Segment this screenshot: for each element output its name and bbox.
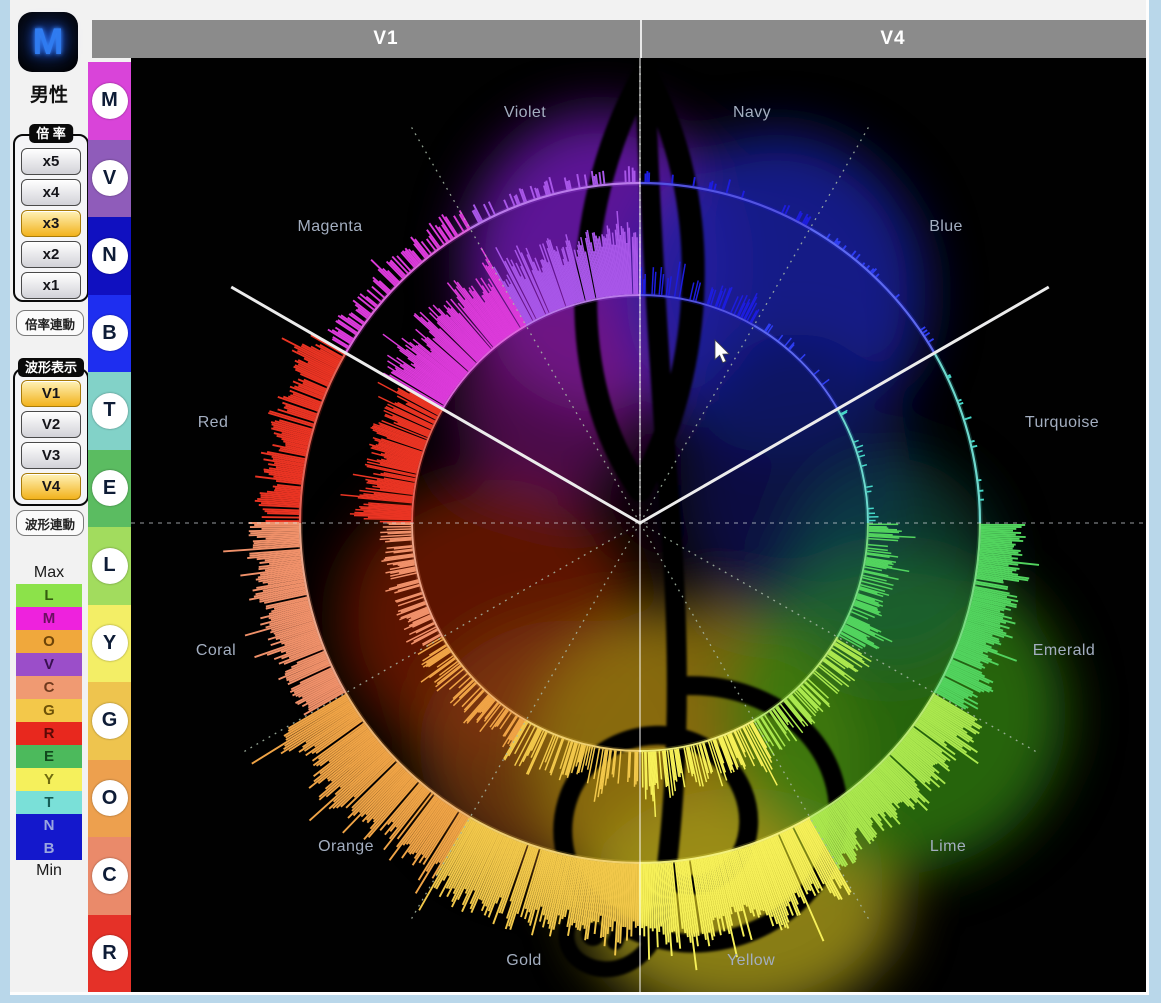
strip-item-g: G bbox=[88, 682, 131, 760]
color-legend: LMOVCGREYTNB bbox=[16, 584, 82, 860]
mag-button-x2[interactable]: x2 bbox=[21, 241, 81, 268]
strip-letter: N bbox=[92, 238, 128, 274]
legend-max-label: Max bbox=[10, 564, 88, 582]
strip-item-l: L bbox=[88, 527, 131, 605]
strip-item-b: B bbox=[88, 295, 131, 373]
sector-label-emerald: Emerald bbox=[1033, 642, 1095, 660]
spectrum-panel: Turquoise Blue Navy Violet Magenta Red Coral Or… bbox=[131, 58, 1146, 992]
gender-logo-letter: M bbox=[33, 21, 64, 63]
strip-letter: Y bbox=[92, 625, 128, 661]
sector-label-red: Red bbox=[198, 414, 229, 432]
strip-item-v: V bbox=[88, 140, 131, 218]
sector-label-violet: Violet bbox=[504, 104, 546, 122]
legend-row-b: B bbox=[16, 837, 82, 860]
app-window: { "header": { "left_label": "V1", "right… bbox=[0, 0, 1161, 1003]
strip-item-m: M bbox=[88, 62, 131, 140]
magnification-link-button[interactable]: 倍率連動 bbox=[16, 310, 84, 336]
waveform-buttons: V1 V2 V3 V4 bbox=[15, 380, 87, 500]
strip-item-o: O bbox=[88, 760, 131, 838]
legend-row-o: O bbox=[16, 630, 82, 653]
sector-label-blue: Blue bbox=[929, 218, 963, 236]
sector-label-coral: Coral bbox=[196, 642, 236, 660]
waveform-group-title: 波形表示 bbox=[18, 358, 84, 377]
wave-button-v1[interactable]: V1 bbox=[21, 380, 81, 407]
legend-row-v: V bbox=[16, 653, 82, 676]
sector-label-navy: Navy bbox=[733, 104, 771, 122]
strip-letter: G bbox=[92, 703, 128, 739]
mouse-cursor-icon bbox=[714, 339, 732, 365]
wave-button-v3[interactable]: V3 bbox=[21, 442, 81, 469]
window-edge-right bbox=[1146, 0, 1149, 992]
strip-item-y: Y bbox=[88, 605, 131, 683]
magnification-buttons: x5 x4 x3 x2 x1 bbox=[15, 148, 87, 299]
strip-letter: O bbox=[92, 780, 128, 816]
strip-letter: R bbox=[92, 935, 128, 971]
legend-row-y: Y bbox=[16, 768, 82, 791]
mag-button-x5[interactable]: x5 bbox=[21, 148, 81, 175]
legend-row-m: M bbox=[16, 607, 82, 630]
strip-letter: T bbox=[92, 393, 128, 429]
legend-row-c: C bbox=[16, 676, 82, 699]
mag-button-x3[interactable]: x3 bbox=[21, 210, 81, 237]
magnification-group-title: 倍 率 bbox=[29, 124, 73, 143]
channel-header-bar: V1 V4 bbox=[92, 20, 1146, 58]
mag-button-x1[interactable]: x1 bbox=[21, 272, 81, 299]
legend-row-n: N bbox=[16, 814, 82, 837]
strip-letter: V bbox=[92, 160, 128, 196]
strip-letter: L bbox=[92, 548, 128, 584]
color-strip: M V N B T E L Y G O C R bbox=[88, 62, 131, 992]
strip-item-e: E bbox=[88, 450, 131, 528]
strip-item-r: R bbox=[88, 915, 131, 993]
sidebar: M 男性 倍 率 x5 x4 x3 x2 x1 倍率連動 波形表示 V1 V2 V3 V4 波… bbox=[10, 0, 88, 992]
strip-letter: E bbox=[92, 470, 128, 506]
strip-letter: M bbox=[92, 83, 128, 119]
waveform-group: 波形表示 V1V2V3V4 bbox=[13, 368, 89, 506]
sector-label-turquoise: Turquoise bbox=[1025, 414, 1099, 432]
header-divider bbox=[640, 20, 642, 58]
header-label-v4: V4 bbox=[880, 28, 905, 50]
legend-row-r: R bbox=[16, 722, 82, 745]
magnification-group: 倍 率 x5x4x3x2x1 bbox=[13, 134, 89, 302]
strip-item-n: N bbox=[88, 217, 131, 295]
legend-row-t: T bbox=[16, 791, 82, 814]
strip-letter: C bbox=[92, 858, 128, 894]
strip-item-t: T bbox=[88, 372, 131, 450]
legend-min-label: Min bbox=[10, 862, 88, 880]
sector-label-magenta: Magenta bbox=[297, 218, 362, 236]
legend-row-e: E bbox=[16, 745, 82, 768]
wave-button-v4[interactable]: V4 bbox=[21, 473, 81, 500]
spectrum-svg bbox=[131, 58, 1146, 992]
waveform-link-button[interactable]: 波形連動 bbox=[16, 510, 84, 536]
header-label-v1: V1 bbox=[373, 28, 398, 50]
sector-label-gold: Gold bbox=[506, 952, 541, 970]
legend-row-g: G bbox=[16, 699, 82, 722]
sector-label-yellow: Yellow bbox=[727, 952, 775, 970]
legend-row-l: L bbox=[16, 584, 82, 607]
strip-item-c: C bbox=[88, 837, 131, 915]
sector-label-lime: Lime bbox=[930, 838, 966, 856]
wave-button-v2[interactable]: V2 bbox=[21, 411, 81, 438]
gender-label: 男性 bbox=[10, 80, 88, 107]
window-edge-bottom bbox=[10, 992, 1149, 995]
mag-button-x4[interactable]: x4 bbox=[21, 179, 81, 206]
strip-letter: B bbox=[92, 315, 128, 351]
sector-label-orange: Orange bbox=[318, 838, 374, 856]
gender-logo: M bbox=[18, 12, 78, 72]
